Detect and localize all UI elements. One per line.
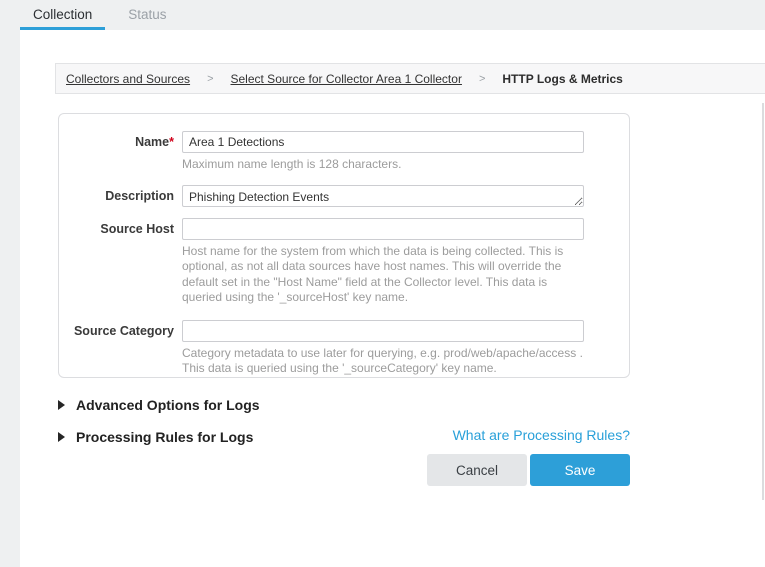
description-textarea[interactable]: Phishing Detection Events: [182, 185, 584, 207]
save-button[interactable]: Save: [530, 454, 630, 486]
breadcrumb: Collectors and Sources > Select Source f…: [55, 63, 765, 94]
source-host-row: Source Host: [59, 218, 629, 240]
description-label: Description: [59, 185, 174, 207]
source-host-label: Source Host: [59, 218, 174, 240]
expand-triangle-icon: [58, 400, 65, 410]
what-are-processing-rules-link[interactable]: What are Processing Rules?: [453, 427, 630, 443]
advanced-options-section-toggle[interactable]: Advanced Options for Logs: [58, 397, 260, 413]
source-category-input[interactable]: [182, 320, 584, 342]
expand-triangle-icon: [58, 432, 65, 442]
right-panel-divider: [762, 103, 764, 500]
required-asterisk: *: [169, 135, 174, 149]
tab-bar: Collection Status: [0, 0, 765, 30]
form-actions: Cancel Save: [427, 454, 630, 486]
tab-collection[interactable]: Collection: [20, 0, 105, 30]
content-panel: Collectors and Sources > Select Source f…: [20, 30, 765, 567]
name-help-text: Maximum name length is 128 characters.: [182, 157, 586, 173]
breadcrumb-current-page: HTTP Logs & Metrics: [502, 72, 622, 86]
tab-status[interactable]: Status: [115, 0, 179, 30]
source-host-input[interactable]: [182, 218, 584, 240]
source-host-help-text: Host name for the system from which the …: [182, 244, 586, 306]
breadcrumb-select-source[interactable]: Select Source for Collector Area 1 Colle…: [231, 72, 462, 86]
source-config-form: Name* Maximum name length is 128 charact…: [58, 113, 630, 378]
breadcrumb-separator-icon: >: [479, 73, 485, 85]
description-row: Description Phishing Detection Events: [59, 185, 629, 207]
source-category-help-text: Category metadata to use later for query…: [182, 346, 586, 377]
cancel-button[interactable]: Cancel: [427, 454, 527, 486]
processing-rules-label: Processing Rules for Logs: [76, 429, 253, 445]
breadcrumb-collectors-and-sources[interactable]: Collectors and Sources: [66, 72, 190, 86]
breadcrumb-separator-icon: >: [207, 73, 213, 85]
name-row: Name*: [59, 131, 629, 153]
source-category-label: Source Category: [59, 320, 174, 342]
name-label: Name*: [59, 131, 174, 153]
processing-rules-section-toggle[interactable]: Processing Rules for Logs: [58, 429, 253, 445]
source-category-row: Source Category: [59, 320, 629, 342]
name-input[interactable]: [182, 131, 584, 153]
advanced-options-label: Advanced Options for Logs: [76, 397, 260, 413]
